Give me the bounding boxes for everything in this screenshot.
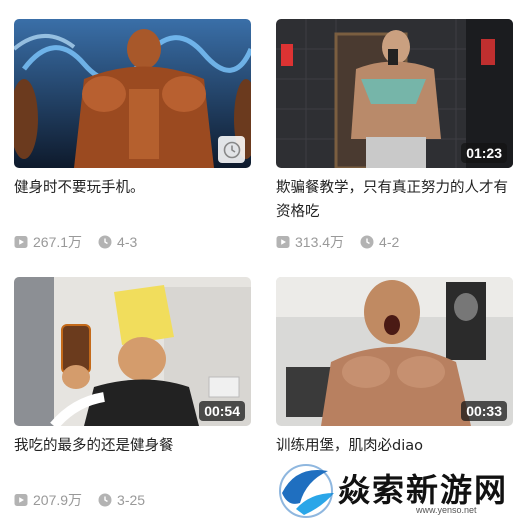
watermark-url: www.yenso.net bbox=[416, 505, 477, 515]
watch-later-icon bbox=[223, 141, 240, 158]
video-title[interactable]: 欺骗餐教学，只有真正努力的人才有资格吃 bbox=[276, 176, 514, 224]
video-meta: 313.4万 4-2 bbox=[276, 232, 514, 252]
video-title[interactable]: 健身时不要玩手机。 bbox=[14, 176, 252, 224]
view-count: 313.4万 bbox=[276, 232, 344, 252]
thumbnail-image bbox=[14, 19, 251, 168]
play-count-icon bbox=[276, 235, 290, 249]
video-card[interactable]: 00:54 我吃的最多的还是健身餐 207.9万 3-25 bbox=[14, 277, 252, 510]
clock-icon bbox=[98, 493, 112, 507]
site-watermark: 焱索新游网 www.yenso.net bbox=[276, 463, 516, 520]
clock-icon bbox=[360, 235, 374, 249]
view-count: 267.1万 bbox=[14, 232, 82, 252]
video-card[interactable]: 健身时不要玩手机。 267.1万 4-3 bbox=[14, 19, 252, 252]
video-duration: 00:54 bbox=[199, 401, 245, 421]
clock-icon bbox=[98, 235, 112, 249]
play-count-icon bbox=[14, 235, 28, 249]
video-meta: 267.1万 4-3 bbox=[14, 232, 252, 252]
view-count: 207.9万 bbox=[14, 490, 82, 510]
date: 4-3 bbox=[98, 234, 137, 250]
date: 4-2 bbox=[360, 234, 399, 250]
video-card[interactable]: 01:23 欺骗餐教学，只有真正努力的人才有资格吃 313.4万 4-2 bbox=[276, 19, 514, 252]
video-card[interactable]: 00:33 训练用堡，肌肉必diao bbox=[276, 277, 514, 482]
site-logo-icon bbox=[279, 464, 334, 518]
date: 3-25 bbox=[98, 492, 145, 508]
video-thumbnail[interactable]: 01:23 bbox=[276, 19, 513, 168]
video-duration: 00:33 bbox=[461, 401, 507, 421]
video-duration: 01:23 bbox=[461, 143, 507, 163]
play-count-icon bbox=[14, 493, 28, 507]
video-thumbnail[interactable] bbox=[14, 19, 251, 168]
video-thumbnail[interactable]: 00:33 bbox=[276, 277, 513, 426]
video-title[interactable]: 我吃的最多的还是健身餐 bbox=[14, 434, 252, 482]
watch-later-badge[interactable] bbox=[218, 136, 245, 163]
video-thumbnail[interactable]: 00:54 bbox=[14, 277, 251, 426]
video-meta: 207.9万 3-25 bbox=[14, 490, 252, 510]
